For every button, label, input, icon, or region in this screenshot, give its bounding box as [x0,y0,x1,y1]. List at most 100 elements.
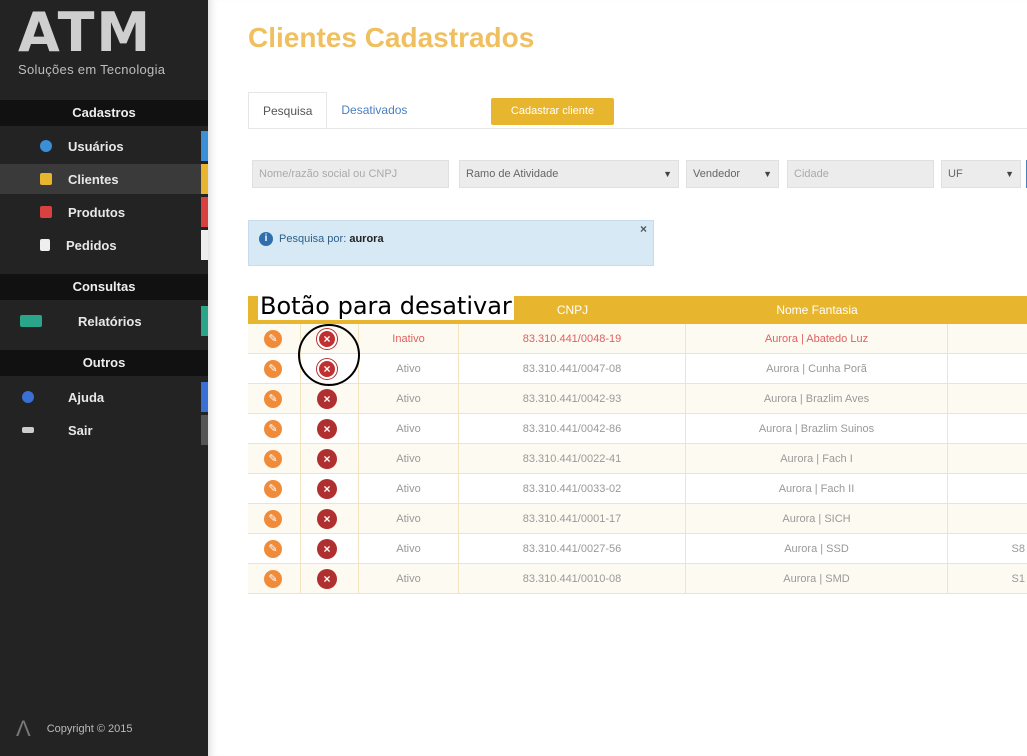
sidebar-item-relatorios[interactable]: Relatórios [0,306,208,336]
page-title: Clientes Cadastrados [248,22,535,53]
table-row: ✎ × Ativo 83.310.441/0022-41 Aurora | Fach I [248,444,1027,474]
annotation-circle [298,324,360,386]
add-client-button[interactable]: Cadastrar cliente [491,98,614,125]
status-cell: Ativo [359,444,459,474]
alert-text: Pesquisa por: aurora [279,233,384,245]
deactivate-icon[interactable]: × [317,419,337,439]
alert-term: aurora [349,233,384,245]
envelope-icon [40,173,52,185]
table-row: ✎ × Ativo 83.310.441/0010-08 Aurora | SMD S1 [248,564,1027,594]
tab-pesquisa[interactable]: Pesquisa [248,92,328,128]
name-cell: Aurora | SSD [686,534,948,564]
sidebar-accent [201,230,208,260]
sidebar-item-usuarios[interactable]: Usuários [0,131,208,161]
help-icon [22,391,34,403]
sidebar-item-label: Clientes [68,171,119,187]
name-cell: Aurora | Cunha Porã [686,354,948,384]
edit-icon[interactable]: ✎ [264,360,282,378]
document-icon [40,239,50,251]
search-input[interactable]: Nome/razão social ou CNPJ [252,160,449,188]
table-row: ✎ × Ativo 83.310.441/0033-02 Aurora | Fach I… [248,474,1027,504]
cnpj-cell: 83.310.441/0048-19 [459,324,686,354]
vendedor-select[interactable]: Vendedor ▼ [686,160,779,188]
search-alert: i Pesquisa por: aurora × [248,220,654,266]
sidebar-item-label: Pedidos [66,237,117,253]
cnpj-cell: 83.310.441/0001-17 [459,504,686,534]
column-header-nome-fantasia: Nome Fantasia [776,303,858,317]
edit-cell: ✎ [248,534,301,564]
cnpj-cell: 83.310.441/0027-56 [459,534,686,564]
name-cell: Aurora | SMD [686,564,948,594]
edit-cell: ✎ [248,474,301,504]
edit-icon[interactable]: ✎ [264,390,282,408]
logo-subtitle: Soluções em Tecnologia [18,62,166,77]
sidebar-item-ajuda[interactable]: Ajuda [0,382,208,412]
edit-icon[interactable]: ✎ [264,480,282,498]
vendedor-select-value: Vendedor [693,168,741,180]
box-icon [40,206,52,218]
extra-cell: S8 [1011,543,1025,555]
edit-cell: ✎ [248,384,301,414]
deactivate-icon[interactable]: × [317,449,337,469]
sidebar: ATM Soluções em Tecnologia Cadastros Usu… [0,0,208,756]
section-header-consultas: Consultas [0,274,208,300]
deactivate-icon[interactable]: × [317,389,337,409]
extra-cell: S1 [1011,573,1025,585]
name-cell: Aurora | Abatedo Luz [686,324,948,354]
sidebar-item-label: Usuários [68,138,124,154]
logo[interactable]: ATM Soluções em Tecnologia [18,6,188,78]
extra-cell [948,444,1027,474]
status-cell: Ativo [359,564,459,594]
cidade-input[interactable]: Cidade [787,160,934,188]
table-row: ✎ × Inativo 83.310.441/0048-19 Aurora | Abat… [248,324,1027,354]
sidebar-accent [201,306,208,336]
edit-icon[interactable]: ✎ [264,510,282,528]
extra-cell [948,474,1027,504]
ramo-select[interactable]: Ramo de Atividade ▼ [459,160,679,188]
edit-cell: ✎ [248,354,301,384]
edit-icon[interactable]: ✎ [264,540,282,558]
uf-select[interactable]: UF ▼ [941,160,1021,188]
extra-cell [948,324,1027,354]
chevron-down-icon: ▼ [763,169,772,179]
cnpj-cell: 83.310.441/0022-41 [459,444,686,474]
logo-small-icon: Λ [16,716,31,741]
alert-prefix: Pesquisa por: [279,233,347,245]
sidebar-item-produtos[interactable]: Produtos [0,197,208,227]
cnpj-cell: 83.310.441/0010-08 [459,564,686,594]
tab-desativados[interactable]: Desativados [327,92,422,128]
sidebar-accent [201,197,208,227]
edit-cell: ✎ [248,444,301,474]
close-icon[interactable]: × [640,222,647,236]
cnpj-cell: 83.310.441/0033-02 [459,474,686,504]
edit-icon[interactable]: ✎ [264,330,282,348]
deactivate-cell: × [301,474,359,504]
deactivate-icon[interactable]: × [317,569,337,589]
deactivate-icon[interactable]: × [317,509,337,529]
name-cell: Aurora | Brazlim Aves [686,384,948,414]
sidebar-accent [201,382,208,412]
sidebar-item-label: Relatórios [78,313,142,329]
cnpj-cell: 83.310.441/0042-86 [459,414,686,444]
edit-icon[interactable]: ✎ [264,420,282,438]
copyright-text: Copyright © 2015 [46,723,133,735]
info-icon: i [259,232,273,246]
ramo-select-value: Ramo de Atividade [466,168,559,180]
sidebar-item-label: Sair [68,422,93,438]
deactivate-icon[interactable]: × [317,539,337,559]
logo-mark: ATM [18,1,153,64]
sidebar-accent [201,164,208,194]
sidebar-item-clientes[interactable]: Clientes [0,164,208,194]
annotation-label: Botão para desativar [258,292,514,320]
deactivate-icon[interactable]: × [317,479,337,499]
section-header-outros: Outros [0,350,208,376]
cnpj-cell: 83.310.441/0042-93 [459,384,686,414]
deactivate-cell: × [301,504,359,534]
user-icon [40,140,52,152]
edit-icon[interactable]: ✎ [264,570,282,588]
sidebar-item-pedidos[interactable]: Pedidos [0,230,208,260]
extra-cell [948,384,1027,414]
chevron-down-icon: ▼ [663,169,672,179]
sidebar-item-sair[interactable]: Sair [0,415,208,445]
edit-icon[interactable]: ✎ [264,450,282,468]
